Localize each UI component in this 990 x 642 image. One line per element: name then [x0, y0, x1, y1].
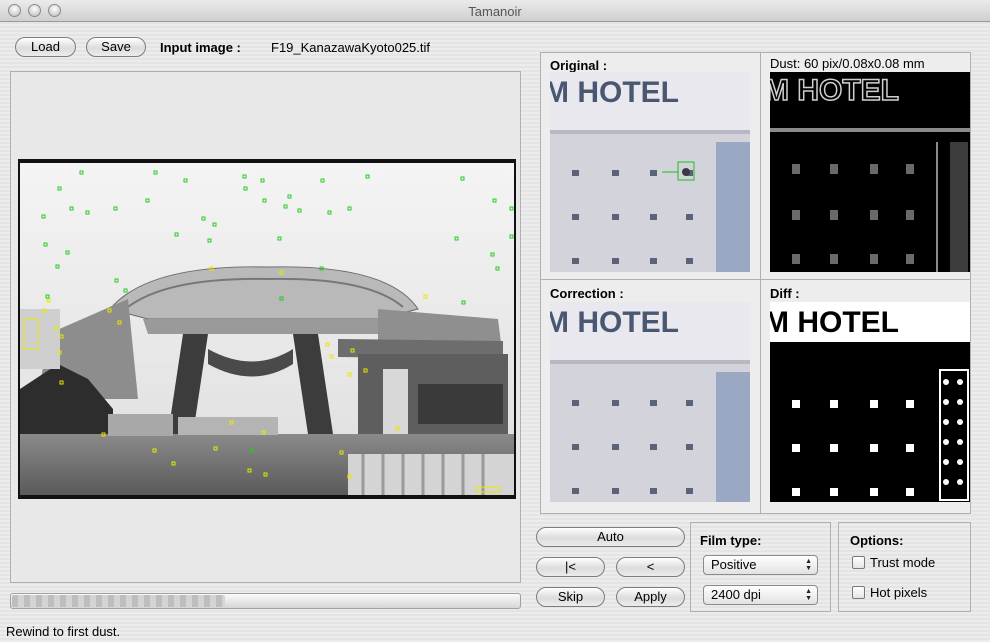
preview-divider-v [760, 53, 761, 513]
title-bar: Tamanoir [0, 0, 990, 22]
status-text: Rewind to first dust. [6, 624, 121, 639]
correction-label: Correction : [550, 286, 624, 301]
updown-arrows-icon: ▲ ▼ [805, 558, 812, 572]
dpi-select[interactable]: 2400 dpi ▲ ▼ [703, 585, 818, 605]
load-button[interactable]: Load [15, 37, 76, 57]
trust-mode-label: Trust mode [870, 555, 936, 570]
film-type-select[interactable]: Positive ▲ ▼ [703, 555, 818, 575]
input-filename: F19_KanazawaKyoto025.tif [271, 40, 430, 55]
dpi-value: 2400 dpi [711, 587, 761, 602]
skip-button[interactable]: Skip [536, 587, 605, 607]
apply-button[interactable]: Apply [616, 587, 685, 607]
film-type-label: Film type: [700, 533, 762, 548]
progress-fill [12, 595, 225, 607]
diff-preview: M HOTEL [770, 302, 970, 502]
dust-info: Dust: 60 pix/0.08x0.08 mm [770, 56, 925, 71]
previous-dust-button[interactable]: < [616, 557, 685, 577]
original-hotel-text: M HOTEL [550, 76, 679, 109]
scanned-photo[interactable] [18, 159, 516, 499]
options-label: Options: [850, 533, 904, 548]
auto-button[interactable]: Auto [536, 527, 685, 547]
input-image-label: Input image : [160, 40, 241, 55]
save-button[interactable]: Save [86, 37, 146, 57]
window-title: Tamanoir [468, 4, 522, 19]
preview-divider-h [541, 279, 970, 280]
trust-mode-checkbox[interactable] [852, 556, 865, 569]
original-preview[interactable]: M HOTEL [550, 72, 750, 272]
hot-pixels-label: Hot pixels [870, 585, 928, 600]
diff-hotel-text: M HOTEL [770, 306, 899, 339]
progress-bar [10, 593, 521, 609]
dust-edge-preview: M HOTEL [770, 72, 970, 272]
first-dust-button[interactable]: |< [536, 557, 605, 577]
film-type-value: Positive [711, 557, 757, 572]
original-label: Original : [550, 58, 608, 73]
correction-preview: M HOTEL [550, 302, 750, 502]
dust-hotel-text: M HOTEL [770, 74, 899, 107]
updown-arrows-icon: ▲ ▼ [805, 588, 812, 602]
correction-hotel-text: M HOTEL [550, 306, 679, 339]
diff-label: Diff : [770, 286, 800, 301]
hot-pixels-checkbox[interactable] [852, 586, 865, 599]
